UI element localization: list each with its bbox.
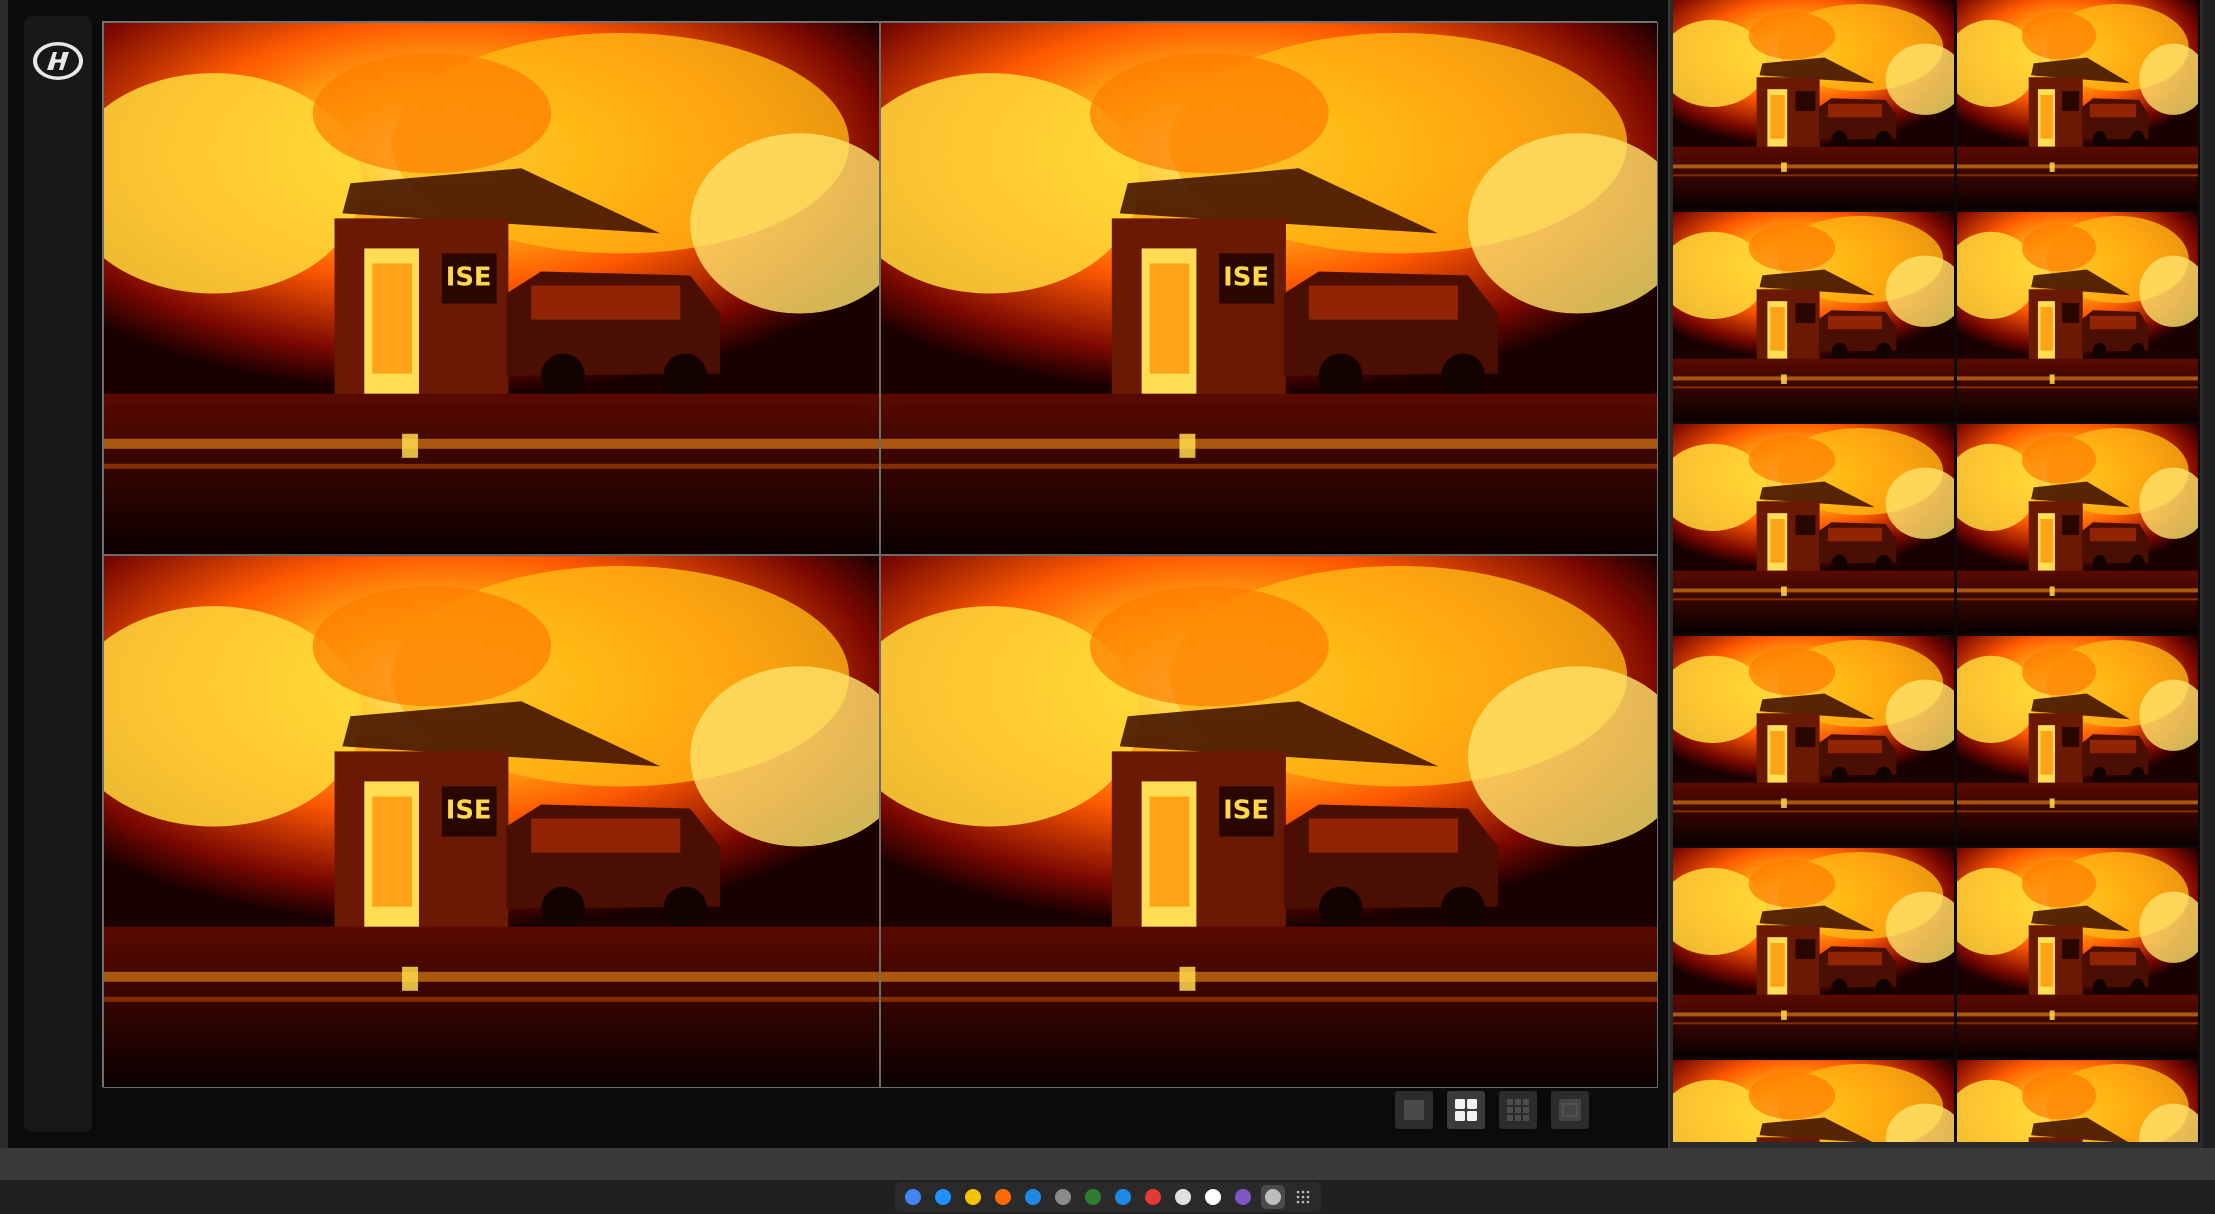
camera-feed-image: [1957, 424, 2198, 634]
taskbar-dock: [895, 1182, 1321, 1212]
camera-feed-image: [1957, 212, 2198, 422]
panel-divider: [1668, 0, 1670, 1148]
svg-text:ISE: ISE: [446, 262, 492, 292]
camera-thumbnail[interactable]: [1673, 424, 1954, 634]
media-icon[interactable]: [1141, 1185, 1165, 1209]
camera-thumbnail[interactable]: [1957, 0, 2198, 210]
camera-thumbnail[interactable]: [1673, 212, 1954, 422]
svg-text:ISE: ISE: [446, 795, 492, 825]
camera-feed-image: ISE: [881, 23, 1657, 554]
single-view-button[interactable]: [1395, 1091, 1433, 1129]
screen-capture-icon[interactable]: [1231, 1185, 1255, 1209]
svg-text:ISE: ISE: [1223, 262, 1269, 292]
sixteen-view-icon: [1559, 1099, 1581, 1121]
quad-view-icon: [1455, 1099, 1477, 1121]
camera-feed-image: [1673, 1060, 1954, 1142]
camera-feed-image: [1673, 848, 1954, 1058]
camera-thumbnail[interactable]: [1673, 1060, 1954, 1142]
camera-app-icon[interactable]: [961, 1185, 985, 1209]
files-icon[interactable]: [1051, 1185, 1075, 1209]
camera-grid: ISE ISE ISE ISE: [102, 21, 1658, 1088]
sheets-icon[interactable]: [1081, 1185, 1105, 1209]
camera-feed-image: [1957, 0, 2198, 210]
notion-icon[interactable]: [1201, 1185, 1225, 1209]
camera-tile[interactable]: ISE: [103, 22, 880, 555]
camera-thumbnail[interactable]: [1957, 212, 2198, 422]
camera-feed-image: [1673, 212, 1954, 422]
camera-thumbnail[interactable]: [1957, 848, 2198, 1058]
nine-view-icon: [1507, 1099, 1529, 1121]
camera-thumbnail[interactable]: [1957, 636, 2198, 846]
scrollbar[interactable]: [2203, 0, 2215, 1148]
office-icon[interactable]: [991, 1185, 1015, 1209]
help-icon[interactable]: [1021, 1185, 1045, 1209]
camera-tile[interactable]: ISE: [880, 22, 1658, 555]
camera-feed-image: [1673, 424, 1954, 634]
thumbnail-list: [1673, 0, 2200, 1142]
camera-thumbnail[interactable]: [1957, 1060, 2198, 1142]
camera-feed-image: ISE: [104, 556, 879, 1087]
chrome-icon[interactable]: [901, 1185, 925, 1209]
onedrive-icon[interactable]: [1111, 1185, 1135, 1209]
hyundai-logo-icon[interactable]: [31, 40, 85, 82]
camera-thumbnail[interactable]: [1957, 424, 2198, 634]
camera-feed-image: [1673, 0, 1954, 210]
settings-icon[interactable]: [1261, 1185, 1285, 1209]
app-grid-icon[interactable]: [1291, 1185, 1315, 1209]
sixteen-view-button[interactable]: [1551, 1091, 1589, 1129]
camera-thumbnail[interactable]: [1673, 636, 1954, 846]
sidebar: [24, 16, 92, 1132]
camera-feed-image: [1673, 636, 1954, 846]
camera-feed-image: ISE: [104, 23, 879, 554]
docs-icon[interactable]: [1171, 1185, 1195, 1209]
status-bar: [0, 1148, 2215, 1180]
nine-view-button[interactable]: [1499, 1091, 1537, 1129]
camera-thumbnail[interactable]: [1673, 0, 1954, 210]
camera-tile[interactable]: ISE: [880, 555, 1658, 1088]
svg-text:ISE: ISE: [1223, 795, 1269, 825]
layout-switcher: [1395, 1091, 1589, 1131]
camera-feed-image: [1957, 636, 2198, 846]
single-view-icon: [1404, 1100, 1424, 1120]
quad-view-button[interactable]: [1447, 1091, 1485, 1129]
camera-feed-image: ISE: [881, 556, 1657, 1087]
camera-thumbnail[interactable]: [1673, 848, 1954, 1058]
camera-tile[interactable]: ISE: [103, 555, 880, 1088]
edge-icon[interactable]: [931, 1185, 955, 1209]
camera-feed-image: [1957, 848, 2198, 1058]
camera-feed-image: [1957, 1060, 2198, 1142]
